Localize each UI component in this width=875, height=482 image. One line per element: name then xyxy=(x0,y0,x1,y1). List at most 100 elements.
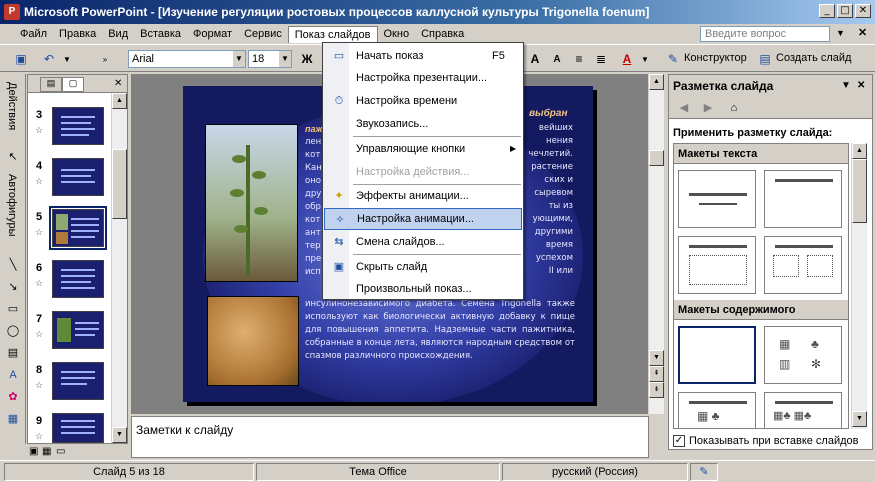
minimize-button[interactable]: _ xyxy=(819,4,835,18)
increase-font-icon[interactable]: A xyxy=(526,50,544,68)
menu-item-start-show[interactable]: ▭ Начать показ F5 xyxy=(324,45,522,67)
layout-title-content[interactable]: ▦ ♣ xyxy=(678,392,756,428)
slide-thumbnail[interactable]: 3 ☆ xyxy=(32,105,112,151)
textbox-tool-icon[interactable]: ▤ xyxy=(6,346,20,360)
scroll-up-icon[interactable]: ▲ xyxy=(112,93,127,109)
scroll-down-icon[interactable]: ▼ xyxy=(852,411,867,427)
slide-thumbnail[interactable]: 5 ☆ xyxy=(32,206,112,253)
menu-item-record-narration[interactable]: Звукозапись... xyxy=(324,113,522,135)
menu-file[interactable]: Файл xyxy=(14,26,53,42)
menu-item-hide-slide[interactable]: ▣ Скрыть слайд xyxy=(324,256,522,278)
layout-title-two-content[interactable]: ▦♣ ▦♣ xyxy=(764,392,842,428)
menu-item-rehearse-timings[interactable]: ⏱ Настройка времени xyxy=(324,90,522,112)
menu-item-custom-show[interactable]: Произвольный показ... xyxy=(324,278,522,300)
layout-title-only[interactable] xyxy=(764,170,842,228)
slide-thumbnail[interactable]: 7 ☆ xyxy=(32,309,112,355)
wordart-tool-icon[interactable]: A xyxy=(6,368,20,382)
font-color-icon[interactable]: A xyxy=(618,50,636,68)
scroll-down-icon[interactable]: ▼ xyxy=(112,427,127,443)
menu-item-animation-schemes[interactable]: ✦ Эффекты анимации... xyxy=(324,185,522,207)
clipart-tool-icon[interactable]: ▦ xyxy=(6,412,20,426)
actions-menu[interactable]: Действия xyxy=(6,82,18,130)
indent-icon[interactable]: ≡ xyxy=(570,50,588,68)
menu-view[interactable]: Вид xyxy=(102,26,134,42)
font-color-dropdown-icon[interactable]: ▼ xyxy=(636,50,654,68)
task-pane-scrollbar[interactable]: ▲ ▼ xyxy=(851,143,867,429)
slides-tab[interactable]: ▢ xyxy=(62,77,84,92)
spelling-icon[interactable]: ✎ xyxy=(690,463,718,481)
menu-help[interactable]: Справка xyxy=(415,26,470,42)
menu-insert[interactable]: Вставка xyxy=(134,26,187,42)
toolbar-options-icon[interactable]: » xyxy=(96,50,114,68)
decrease-font-icon[interactable]: A xyxy=(548,50,566,68)
rectangle-tool-icon[interactable]: ▭ xyxy=(6,302,20,316)
next-slide-icon[interactable]: ⇟ xyxy=(649,382,664,398)
bold-button[interactable]: Ж xyxy=(298,50,316,68)
back-icon[interactable]: ◀ xyxy=(675,100,693,116)
oval-tool-icon[interactable]: ◯ xyxy=(6,324,20,338)
undo-icon[interactable]: ↶ xyxy=(40,50,58,68)
task-pane-menu-icon[interactable]: ▼ xyxy=(841,80,851,91)
undo-dropdown-icon[interactable]: ▼ xyxy=(58,50,76,68)
help-search-input[interactable]: Введите вопрос xyxy=(700,26,830,42)
outline-tab[interactable]: ▤ xyxy=(40,77,62,92)
previous-slide-icon[interactable]: ⇞ xyxy=(649,366,664,382)
new-slide-button[interactable]: Создать слайд xyxy=(776,52,851,64)
maximize-button[interactable]: □ xyxy=(837,4,853,18)
save-icon[interactable]: ▣ xyxy=(12,50,30,68)
close-button[interactable]: ✕ xyxy=(855,4,871,18)
diagram-tool-icon[interactable]: ✿ xyxy=(6,390,20,404)
scroll-thumb[interactable] xyxy=(852,159,867,223)
font-name-select[interactable]: Arial ▼ xyxy=(128,50,246,68)
slide-sorter-icon[interactable]: ▦ xyxy=(42,446,51,457)
seeds-photo[interactable] xyxy=(207,296,299,386)
arrow-tool-icon[interactable]: ↘ xyxy=(6,280,20,294)
outdent-icon[interactable]: ≣ xyxy=(592,50,610,68)
help-dropdown-icon[interactable]: ▼ xyxy=(836,28,845,38)
show-on-insert-option[interactable]: ✓ Показывать при вставке слайдов xyxy=(673,435,859,447)
menu-item-custom-animation[interactable]: ✧ Настройка анимации... xyxy=(324,208,522,230)
menu-edit[interactable]: Правка xyxy=(53,26,102,42)
layout-title-slide[interactable] xyxy=(678,170,756,228)
scroll-thumb[interactable] xyxy=(112,149,127,219)
powerpoint-app-icon[interactable]: P xyxy=(4,4,20,20)
layout-title-text[interactable] xyxy=(678,236,756,294)
scroll-up-icon[interactable]: ▲ xyxy=(852,143,867,159)
menu-item-setup-show[interactable]: Настройка презентации... xyxy=(324,67,522,89)
new-slide-icon: ▤ xyxy=(759,52,771,66)
layout-blank[interactable] xyxy=(678,326,756,384)
forward-icon[interactable]: ▶ xyxy=(699,100,717,116)
scroll-down-icon[interactable]: ▼ xyxy=(649,350,664,366)
designer-button[interactable]: Конструктор xyxy=(684,52,747,64)
slide-thumbnail[interactable]: 8 ☆ xyxy=(32,360,112,406)
scroll-up-icon[interactable]: ▲ xyxy=(649,74,664,90)
font-size-select[interactable]: 18 ▼ xyxy=(248,50,292,68)
document-close-icon[interactable]: ✕ xyxy=(858,26,867,39)
task-pane-close-icon[interactable]: ✕ xyxy=(857,80,865,91)
slides-pane-scrollbar[interactable]: ▲ ▼ xyxy=(111,93,127,443)
close-pane-icon[interactable]: ✕ xyxy=(114,78,122,89)
menu-tools[interactable]: Сервис xyxy=(238,26,288,42)
slide-body-text[interactable]: инсулинонезависимого диабета. Семена Tri… xyxy=(305,298,575,363)
select-objects-icon[interactable]: ↖ xyxy=(6,150,20,164)
menu-item-slide-transition[interactable]: ⇆ Смена слайдов... xyxy=(324,231,522,253)
show-on-insert-checkbox[interactable]: ✓ xyxy=(673,435,685,447)
menu-window[interactable]: Окно xyxy=(378,26,416,42)
autoshapes-menu[interactable]: Автофигуры xyxy=(6,174,18,237)
menu-item-action-buttons[interactable]: Управляющие кнопки ▶ xyxy=(324,138,522,160)
plant-photo[interactable] xyxy=(205,124,298,282)
slide-thumbnail[interactable]: 6 ☆ xyxy=(32,258,112,304)
scroll-thumb[interactable] xyxy=(649,150,664,166)
layout-two-columns[interactable] xyxy=(764,236,842,294)
notes-pane[interactable]: Заметки к слайду xyxy=(131,416,649,458)
slideshow-view-icon[interactable]: ▭ xyxy=(56,446,65,457)
slides-pane-tabs: ▤ ▢ ✕ xyxy=(28,75,127,93)
editor-scrollbar[interactable]: ▲ ▼ ⇞ ⇟ xyxy=(648,74,664,414)
normal-view-icon[interactable]: ▣ xyxy=(29,446,38,457)
menu-format[interactable]: Формат xyxy=(187,26,238,42)
layout-content[interactable]: ▦ ♣ ▥ ✻ xyxy=(764,326,842,384)
menu-slideshow[interactable]: Показ слайдов xyxy=(287,25,378,43)
line-tool-icon[interactable]: ╲ xyxy=(6,258,20,272)
slide-thumbnail[interactable]: 4 ☆ xyxy=(32,156,112,202)
home-icon[interactable]: ⌂ xyxy=(725,100,743,116)
